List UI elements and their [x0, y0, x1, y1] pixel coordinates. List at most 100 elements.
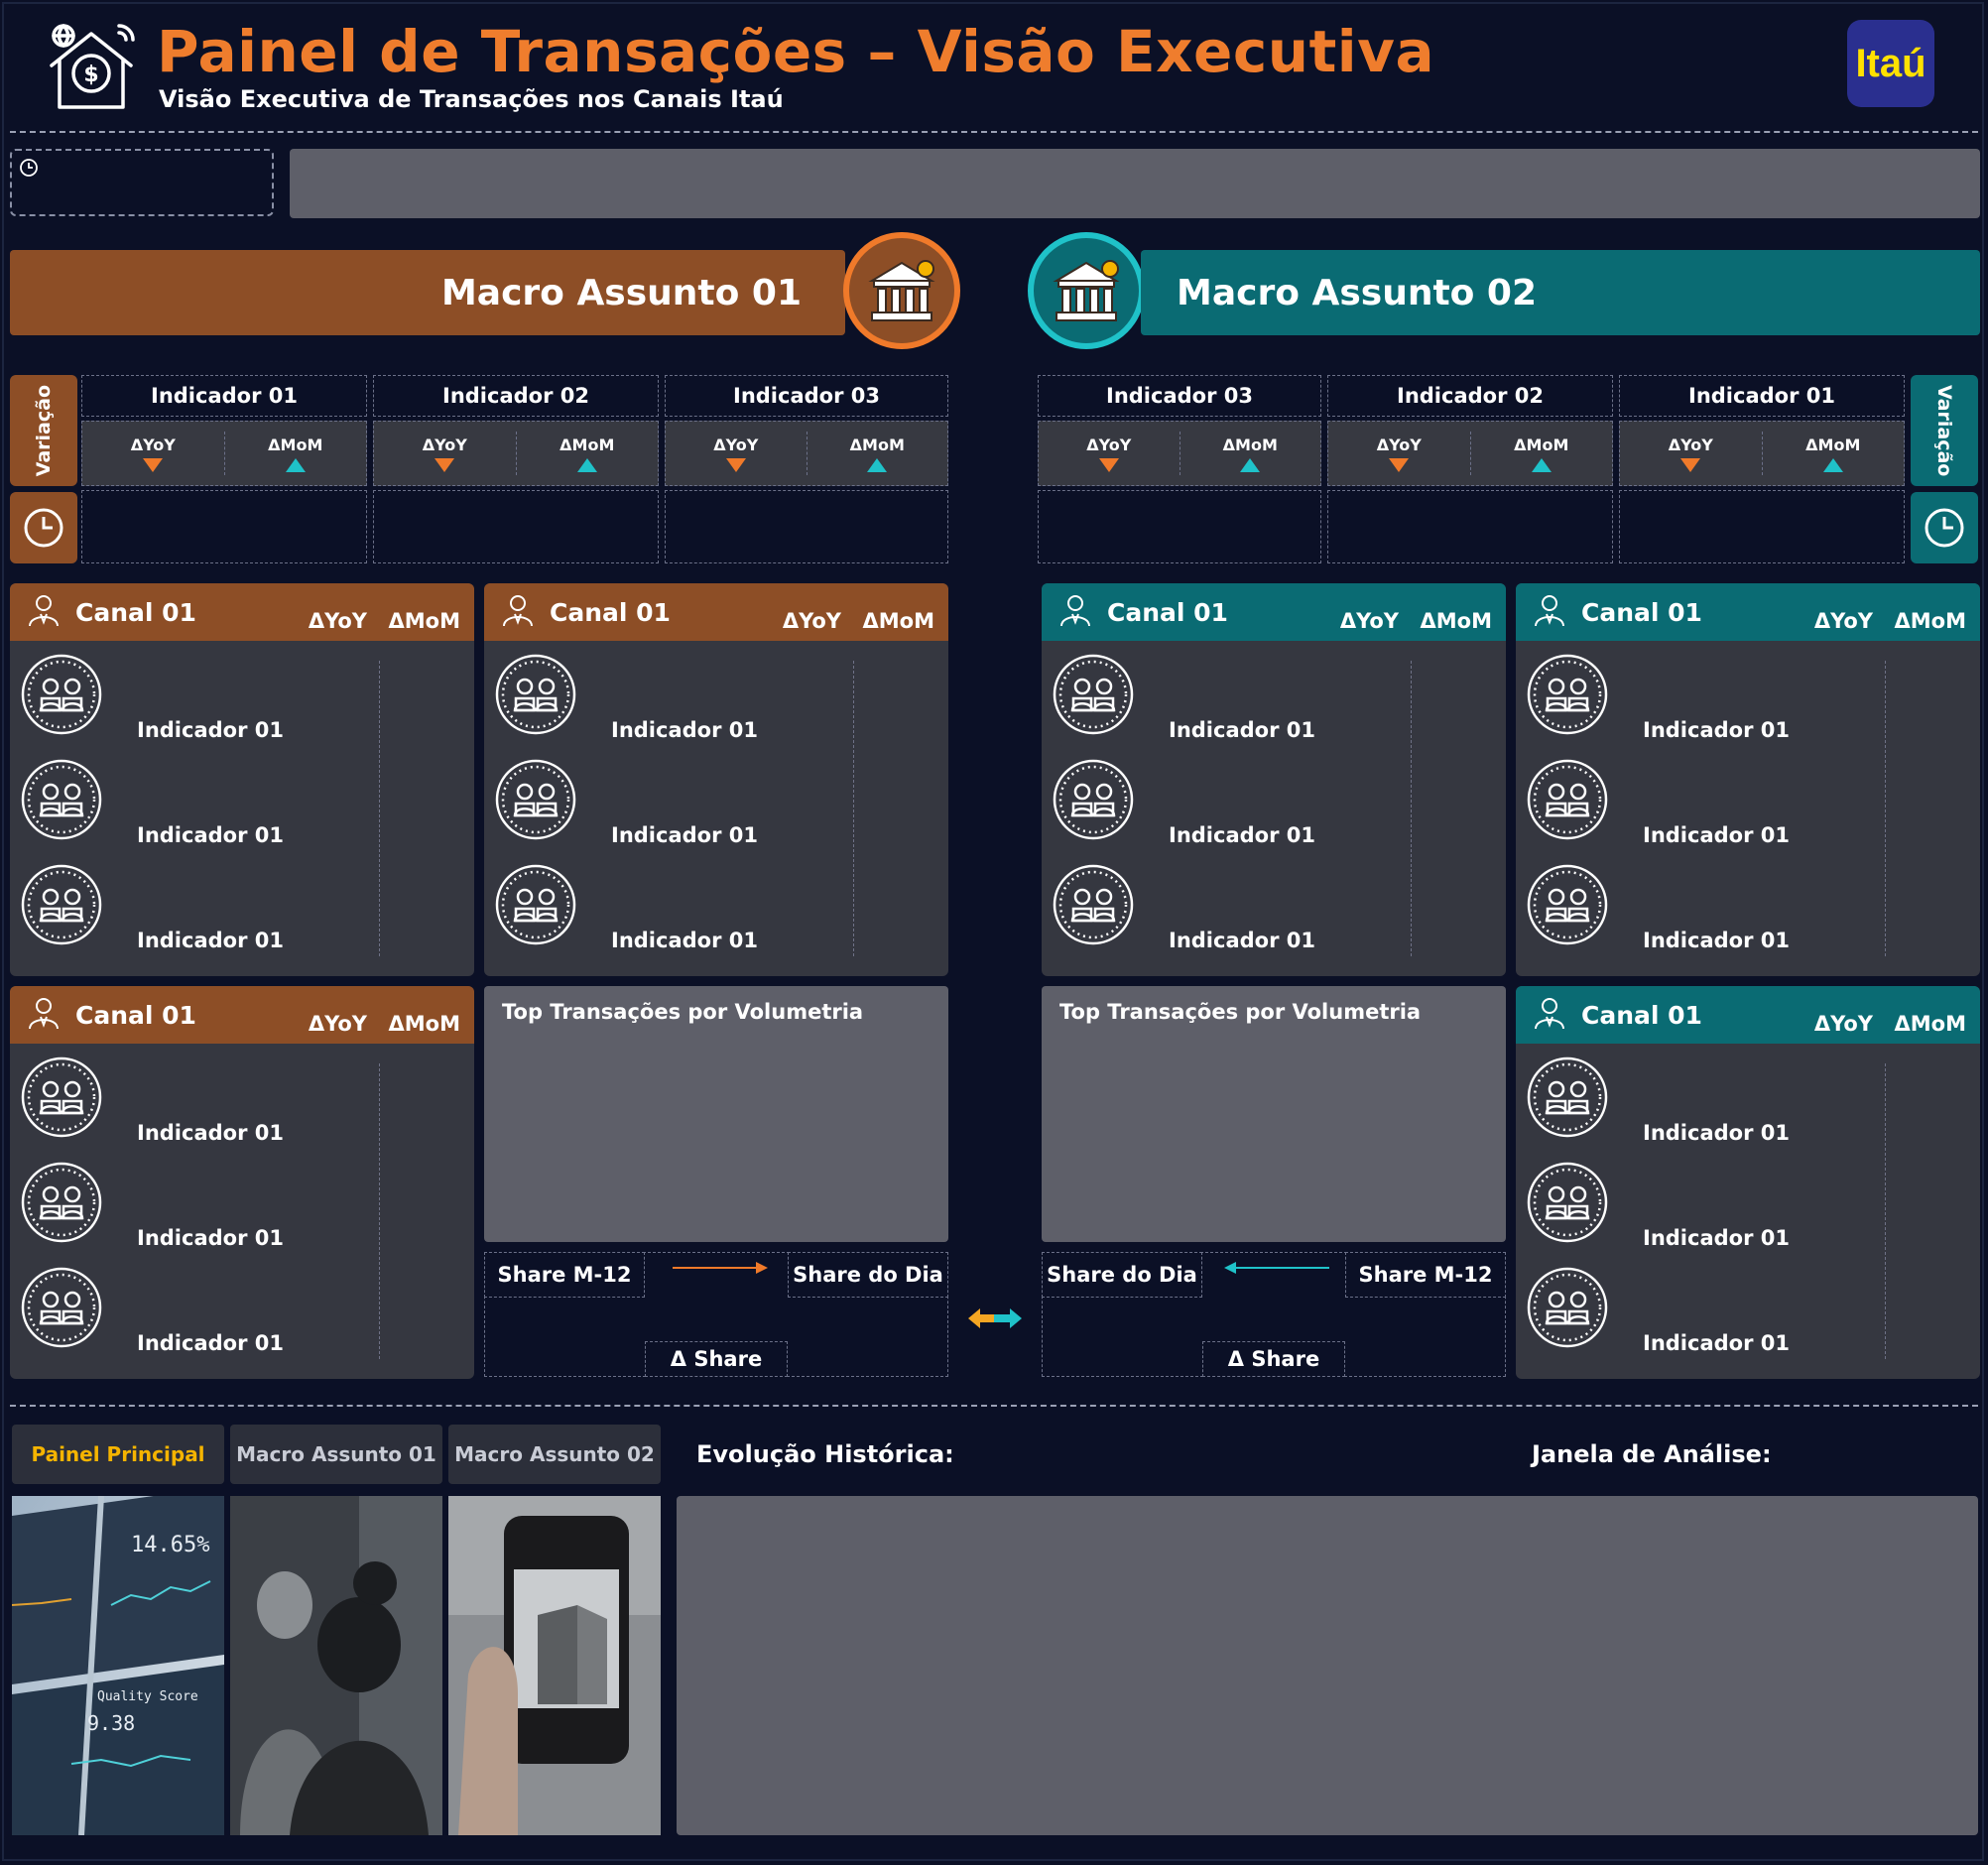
- canal-card: Canal 01 ΔYoY ΔMoM Indicador 01 Indicador 01…: [1516, 583, 1980, 976]
- up-arrow-icon: [867, 457, 888, 472]
- yoy-label: ΔYoY: [782, 609, 841, 633]
- canal-indicator-row: Indicador 01: [1526, 653, 1853, 742]
- canal-indicator-row: Indicador 01: [1526, 758, 1853, 847]
- canal-header: Canal 01 ΔYoY ΔMoM: [10, 583, 474, 641]
- filter-slicer-bar[interactable]: [290, 149, 1980, 218]
- group-icon: [494, 653, 577, 740]
- canal-title: Canal 01: [1581, 1000, 1702, 1030]
- canal-indicator-label: Indicador 01: [1169, 929, 1315, 952]
- yoy-label: ΔYoY: [1339, 609, 1399, 633]
- canal-indicator-row: Indicador 01: [494, 758, 821, 847]
- up-arrow-icon: [1531, 457, 1552, 472]
- indicator-name: Indicador 01: [151, 384, 298, 408]
- people-photo[interactable]: [230, 1496, 442, 1835]
- indicator-variation: ΔYoY ΔMoM: [1038, 421, 1321, 486]
- mom-label: ΔMoM: [862, 609, 934, 633]
- variacao-label: Variação: [33, 384, 55, 477]
- yoy-label: ΔYoY: [422, 435, 467, 454]
- canal-indicator-row: Indicador 01: [1526, 1161, 1853, 1250]
- indicator-variation: ΔYoY ΔMoM: [1619, 421, 1905, 486]
- clock-tab: [10, 492, 77, 563]
- group-icon: [494, 758, 577, 845]
- variacao-label: Variação: [1933, 384, 1955, 477]
- header-divider: [10, 131, 1978, 133]
- canal-title: Canal 01: [550, 597, 671, 627]
- page-title: Painel de Transações – Visão Executiva: [157, 18, 1435, 85]
- dashboard-photo[interactable]: 14.65% Quality Score 9.38: [12, 1496, 224, 1835]
- top-transactions-panel: Top Transações por Volumetria: [1042, 986, 1506, 1242]
- canal-indicator-label: Indicador 01: [137, 718, 284, 742]
- clock-tab: [1911, 492, 1978, 563]
- canal-indicator-row: Indicador 01: [494, 863, 821, 952]
- canal-indicator-row: Indicador 01: [20, 1266, 347, 1355]
- share-dia-label: Share do Dia: [788, 1252, 948, 1298]
- canal-indicator-row: Indicador 01: [1526, 863, 1853, 952]
- svg-text:$: $: [83, 62, 98, 87]
- mom-label: ΔMoM: [388, 1012, 460, 1036]
- nav-macro-assunto-02[interactable]: Macro Assunto 02: [448, 1425, 661, 1484]
- clock-icon: [1925, 508, 1964, 548]
- indicator-header: Indicador 02: [1327, 375, 1613, 417]
- share-m12-label: Share M-12: [484, 1252, 645, 1298]
- canal-indicator-row: Indicador 01: [20, 653, 347, 742]
- evolucao-label: Evolução Histórica:: [696, 1440, 954, 1468]
- share-right-text: Share M-12: [1358, 1263, 1493, 1287]
- indicator-value-box: [81, 490, 367, 563]
- canal-header: Canal 01 ΔYoY ΔMoM: [1042, 583, 1506, 641]
- phone-photo[interactable]: [448, 1496, 661, 1835]
- bank-icon: [843, 232, 960, 349]
- indicator-name: Indicador 02: [1397, 384, 1544, 408]
- canal-header: Canal 01 ΔYoY ΔMoM: [10, 986, 474, 1044]
- canal-indicator-label: Indicador 01: [1169, 823, 1315, 847]
- canal-indicator-label: Indicador 01: [137, 1226, 284, 1250]
- canal-indicator-label: Indicador 01: [137, 929, 284, 952]
- canal-indicator-row: Indicador 01: [20, 1161, 347, 1250]
- yoy-label: ΔYoY: [1813, 1012, 1873, 1036]
- nav-macro-assunto-01[interactable]: Macro Assunto 01: [230, 1425, 442, 1484]
- yoy-label: ΔYoY: [1376, 435, 1422, 454]
- arrow-left-icon: [1224, 1262, 1329, 1274]
- yoy-label: ΔYoY: [1813, 609, 1873, 633]
- yoy-label: ΔYoY: [308, 1012, 367, 1036]
- column-divider: [1411, 661, 1412, 956]
- mom-label: ΔMoM: [1514, 435, 1569, 454]
- share-m12-label: Share M-12: [1345, 1252, 1506, 1298]
- canal-indicator-label: Indicador 01: [611, 929, 758, 952]
- canal-title: Canal 01: [1581, 597, 1702, 627]
- person-icon: [500, 592, 536, 632]
- column-divider: [853, 661, 854, 956]
- canal-indicator-row: Indicador 01: [1052, 863, 1379, 952]
- canal-card: Canal 01 ΔYoY ΔMoM Indicador 01 Indicador 01…: [484, 583, 948, 976]
- down-arrow-icon: [1389, 457, 1410, 472]
- group-icon: [1526, 1161, 1609, 1248]
- canal-card: Canal 01 ΔYoY ΔMoM Indicador 01 Indicador 01…: [10, 583, 474, 976]
- mom-label: ΔMoM: [1222, 435, 1278, 454]
- delta-share-label: Δ Share: [645, 1341, 788, 1377]
- mom-label: ΔMoM: [559, 435, 615, 454]
- top-transactions-title: Top Transações por Volumetria: [502, 1000, 864, 1024]
- top-transactions-panel: Top Transações por Volumetria: [484, 986, 948, 1242]
- group-icon: [1526, 758, 1609, 845]
- indicator-variation: ΔYoY ΔMoM: [665, 421, 948, 486]
- down-arrow-icon: [1098, 457, 1119, 472]
- share-dia-label: Share do Dia: [1042, 1252, 1202, 1298]
- group-icon: [20, 1161, 103, 1248]
- swap-arrows-icon[interactable]: [966, 1304, 1024, 1333]
- share-right-text: Share do Dia: [793, 1263, 943, 1287]
- canal-header: Canal 01 ΔYoY ΔMoM: [484, 583, 948, 641]
- up-arrow-icon: [1240, 457, 1261, 472]
- column-divider: [379, 661, 380, 956]
- mom-label: ΔMoM: [268, 435, 323, 454]
- indicator-header: Indicador 03: [1038, 375, 1321, 417]
- indicator-header: Indicador 03: [665, 375, 948, 417]
- down-arrow-icon: [725, 457, 746, 472]
- canal-indicator-label: Indicador 01: [1643, 1331, 1790, 1355]
- janela-label: Janela de Análise:: [1532, 1440, 1772, 1468]
- canal-title: Canal 01: [1107, 597, 1228, 627]
- clock-icon: [20, 159, 38, 177]
- down-arrow-icon: [143, 457, 164, 472]
- historical-evolution-chart[interactable]: [677, 1496, 1978, 1835]
- group-icon: [1052, 863, 1135, 950]
- date-filter[interactable]: [10, 149, 274, 216]
- nav-painel-principal[interactable]: Painel Principal: [12, 1425, 224, 1484]
